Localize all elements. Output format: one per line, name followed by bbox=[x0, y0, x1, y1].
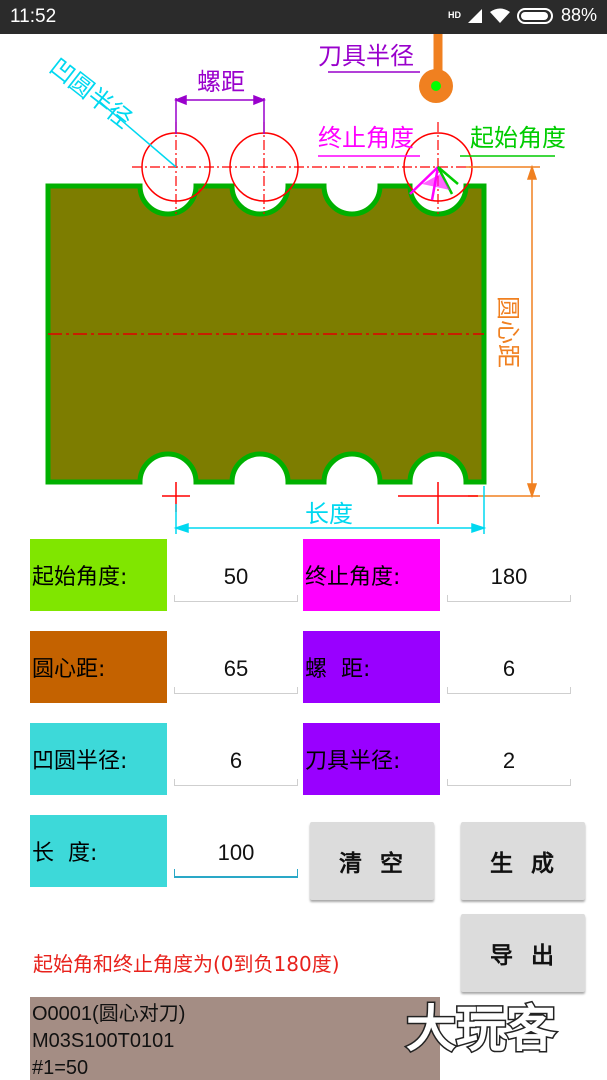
signal-icon bbox=[467, 8, 482, 23]
gcode-line: M03S100T0101 bbox=[32, 1030, 175, 1052]
status-time: 11:52 bbox=[10, 6, 57, 27]
tool-radius-input[interactable]: 2 bbox=[447, 736, 571, 786]
thread-diagram: 刀具半径 螺距 凹圆半径 终止角度 起始角度 圆心距 长度 bbox=[44, 34, 566, 534]
label-start-angle: 起始角度 bbox=[470, 124, 566, 152]
start-angle-label: 起始角度: bbox=[30, 539, 167, 611]
tool-radius-label: 刀具半径: bbox=[303, 723, 440, 795]
label-length: 长度 bbox=[305, 500, 353, 528]
start-angle-input[interactable]: 50 bbox=[174, 552, 298, 602]
end-angle-input[interactable]: 180 bbox=[447, 552, 571, 602]
status-icons: HD 88% bbox=[448, 5, 597, 26]
battery-percent: 88% bbox=[560, 5, 597, 25]
export-button[interactable]: 导出 bbox=[461, 914, 585, 992]
pitch-label: 螺 距: bbox=[303, 631, 440, 703]
battery-icon bbox=[516, 7, 553, 24]
end-angle-label: 终止角度: bbox=[303, 539, 440, 611]
length-label: 长 度: bbox=[30, 815, 167, 887]
wifi-icon bbox=[489, 8, 510, 23]
gcode-line: O0001(圆心对刀) bbox=[32, 1003, 186, 1025]
label-end-angle: 终止角度 bbox=[318, 124, 414, 152]
angle-note: 起始角和终止角度为(0到负180度) bbox=[33, 952, 340, 976]
length-input[interactable]: 100 bbox=[174, 828, 298, 878]
concave-radius-label: 凹圆半径: bbox=[30, 723, 167, 795]
clear-button[interactable]: 清空 bbox=[310, 822, 434, 900]
center-distance-input[interactable]: 65 bbox=[174, 644, 298, 694]
label-pitch: 螺距 bbox=[197, 68, 245, 96]
label-center-distance: 圆心距 bbox=[494, 296, 522, 368]
watermark-logo: 大玩客 www.18sd.com bbox=[405, 999, 558, 1070]
label-tool-radius: 刀具半径 bbox=[318, 42, 414, 70]
watermark-sub: www.18sd.com bbox=[458, 1055, 549, 1069]
network-type: HD bbox=[447, 10, 461, 20]
watermark-text: 大玩客 bbox=[406, 1000, 556, 1058]
concave-radius-input[interactable]: 6 bbox=[174, 736, 298, 786]
status-bar: 11:52 HD 88% bbox=[0, 0, 607, 34]
center-distance-label: 圆心距: bbox=[30, 631, 167, 703]
label-concave-radius: 凹圆半径 bbox=[44, 53, 137, 134]
generate-button[interactable]: 生成 bbox=[461, 822, 585, 900]
gcode-line: #1=50 bbox=[32, 1057, 89, 1079]
gcode-output: O0001(圆心对刀) M03S100T0101 #1=50 bbox=[30, 997, 440, 1080]
pitch-input[interactable]: 6 bbox=[447, 644, 571, 694]
